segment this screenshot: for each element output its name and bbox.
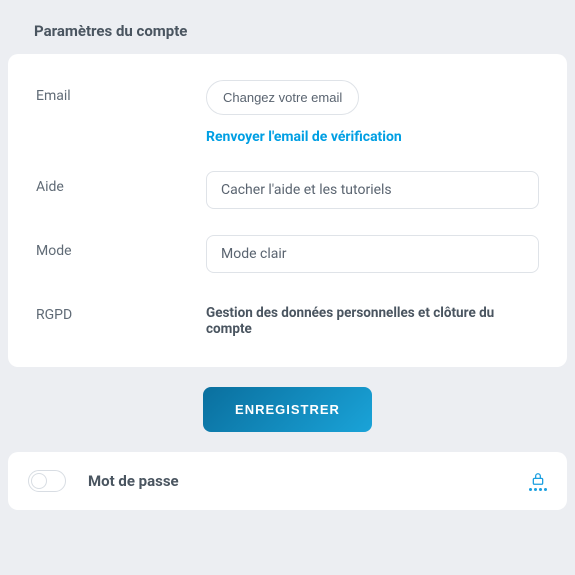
password-toggle[interactable] (28, 470, 66, 492)
toggle-knob (31, 473, 47, 489)
password-card: Mot de passe (8, 452, 567, 510)
mode-field-area: Mode clair (206, 235, 549, 273)
gdpr-field-area: Gestion des données personnelles et clôt… (206, 299, 549, 337)
save-button[interactable]: ENREGISTRER (203, 387, 372, 432)
help-select[interactable]: Cacher l'aide et les tutoriels (206, 171, 539, 209)
lock-icon (529, 472, 547, 491)
mode-select[interactable]: Mode clair (206, 235, 539, 273)
help-label: Aide (26, 171, 206, 195)
help-field-area: Cacher l'aide et les tutoriels (206, 171, 549, 209)
account-settings-card: Email Changez votre email Renvoyer l'ema… (8, 54, 567, 367)
save-row: ENREGISTRER (0, 387, 575, 432)
gdpr-link[interactable]: Gestion des données personnelles et clôt… (206, 299, 539, 337)
gdpr-label: RGPD (26, 299, 206, 323)
email-label: Email (26, 80, 206, 104)
help-row: Aide Cacher l'aide et les tutoriels (26, 171, 549, 209)
change-email-button[interactable]: Changez votre email (206, 80, 359, 115)
mode-label: Mode (26, 235, 206, 259)
resend-verification-link[interactable]: Renvoyer l'email de vérification (206, 129, 402, 145)
password-section-title: Mot de passe (88, 472, 529, 490)
email-row: Email Changez votre email Renvoyer l'ema… (26, 80, 549, 145)
page-title: Paramètres du compte (0, 0, 575, 54)
email-field-area: Changez votre email Renvoyer l'email de … (206, 80, 549, 145)
gdpr-row: RGPD Gestion des données personnelles et… (26, 299, 549, 337)
mode-row: Mode Mode clair (26, 235, 549, 273)
